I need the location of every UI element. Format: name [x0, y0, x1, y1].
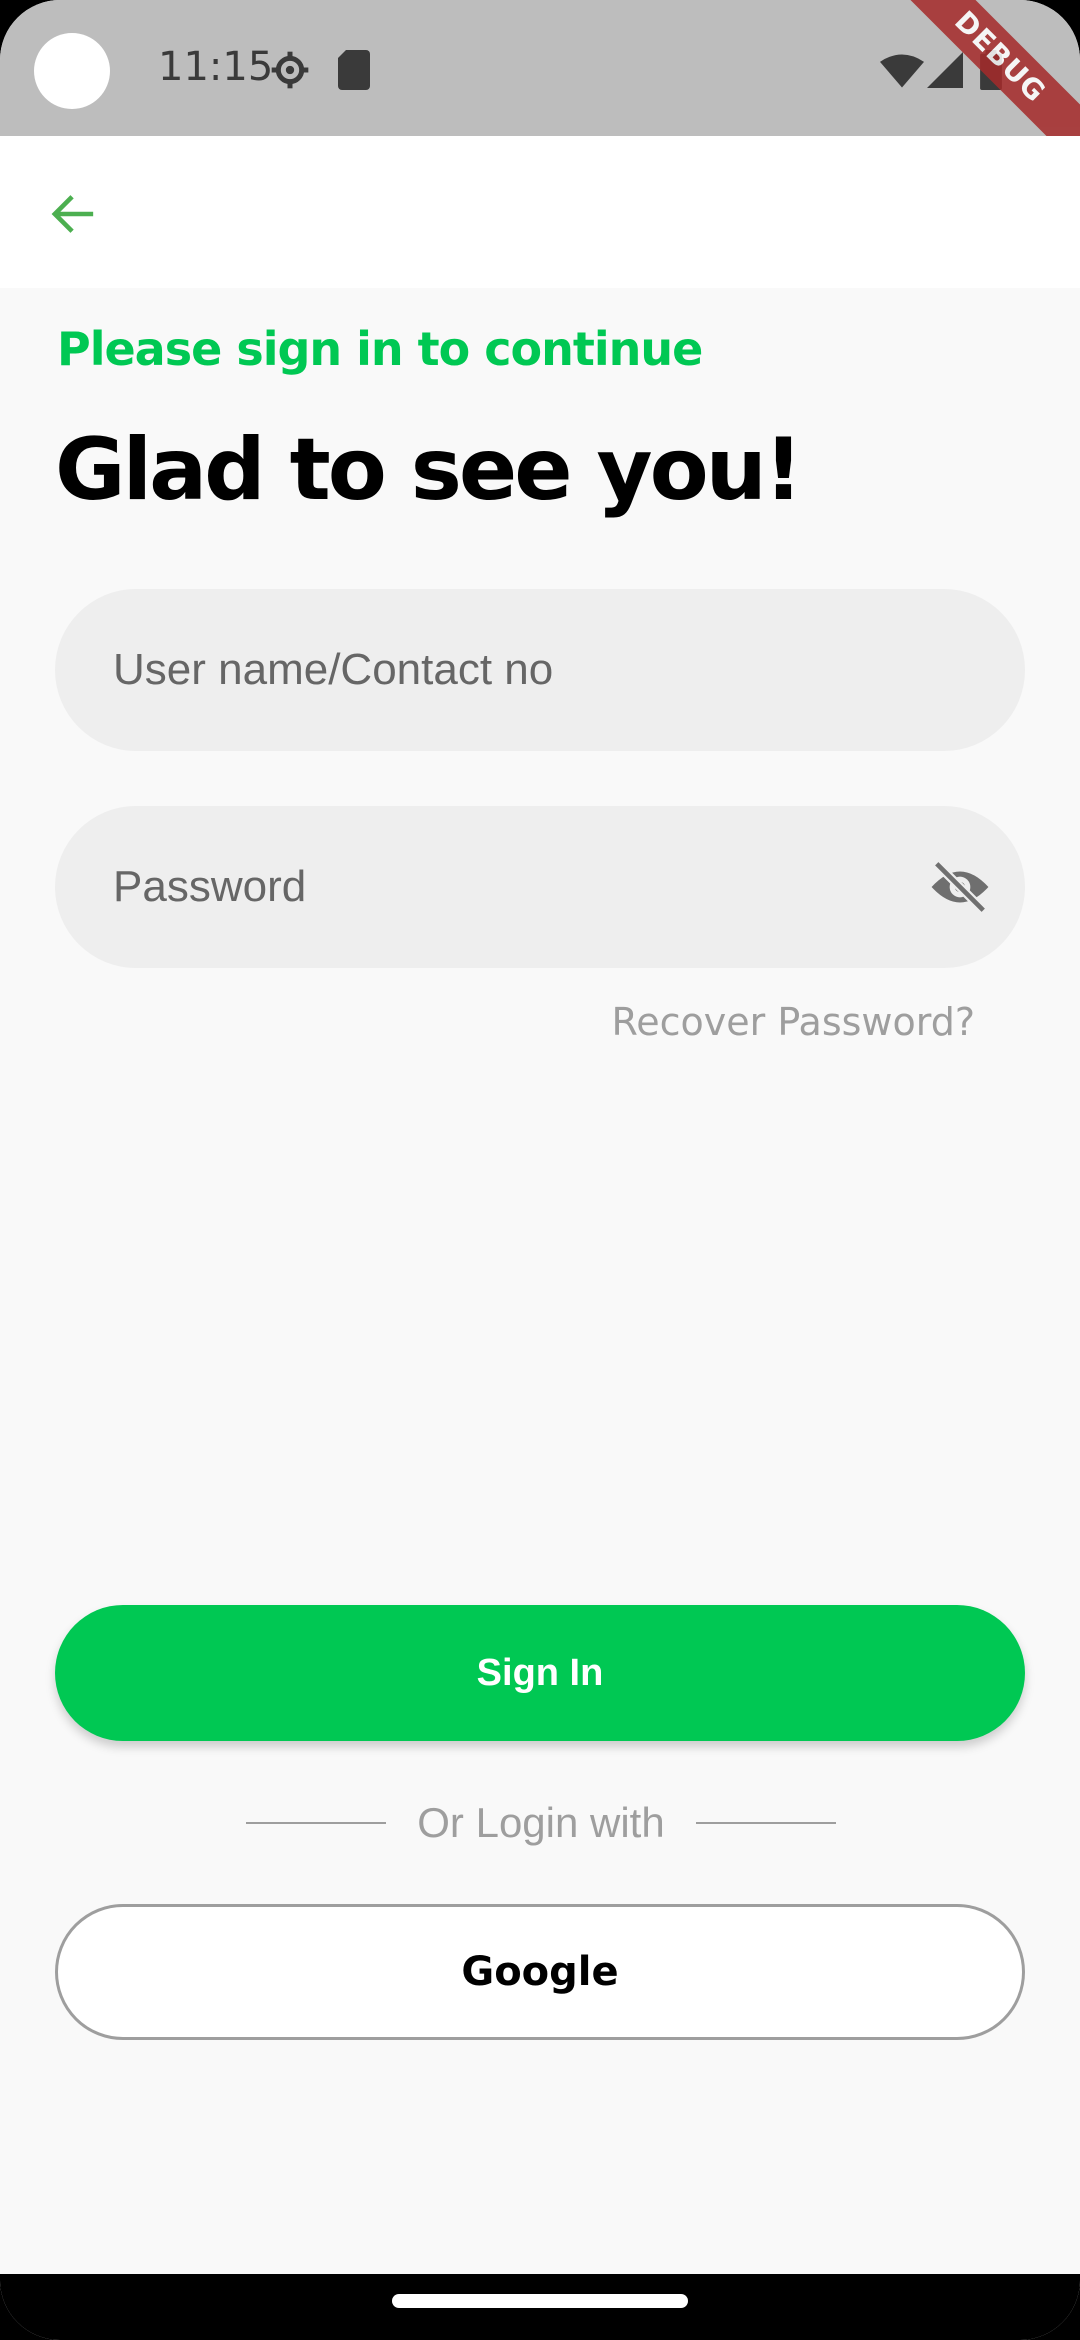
password-visibility-toggle[interactable] — [927, 854, 993, 920]
google-login-button[interactable]: Google — [55, 1904, 1025, 2040]
app-bar — [0, 136, 1080, 288]
username-field[interactable] — [55, 589, 1025, 751]
login-divider: Or Login with — [246, 1795, 836, 1851]
navigation-bar — [0, 2274, 1080, 2340]
divider-label: Or Login with — [417, 1799, 665, 1846]
username-input[interactable] — [111, 644, 915, 696]
password-input[interactable] — [111, 861, 915, 913]
camera-cutout — [34, 33, 110, 109]
page-title: Glad to see you! — [55, 420, 803, 520]
sd-card-icon — [338, 50, 370, 95]
back-arrow-icon — [51, 195, 94, 233]
divider-line-left — [246, 1822, 386, 1824]
password-field[interactable] — [55, 806, 1025, 968]
back-button[interactable] — [36, 176, 112, 252]
status-bar: 11:15 DEBUG — [0, 0, 1080, 180]
home-indicator[interactable] — [392, 2294, 688, 2308]
eye-off-icon — [931, 861, 989, 913]
sign-in-button[interactable]: Sign In — [55, 1605, 1025, 1741]
divider-line-right — [695, 1822, 836, 1824]
cellular-signal-icon — [926, 52, 964, 93]
status-time: 11:15 — [158, 44, 274, 90]
login-screen: 11:15 DEBUG Please sign in to continue G… — [0, 0, 1080, 2340]
signin-subtitle: Please sign in to continue — [57, 322, 703, 376]
recover-password-link[interactable]: Recover Password? — [612, 1000, 975, 1044]
wifi-icon — [880, 54, 924, 93]
settings-gear-icon — [270, 50, 310, 95]
